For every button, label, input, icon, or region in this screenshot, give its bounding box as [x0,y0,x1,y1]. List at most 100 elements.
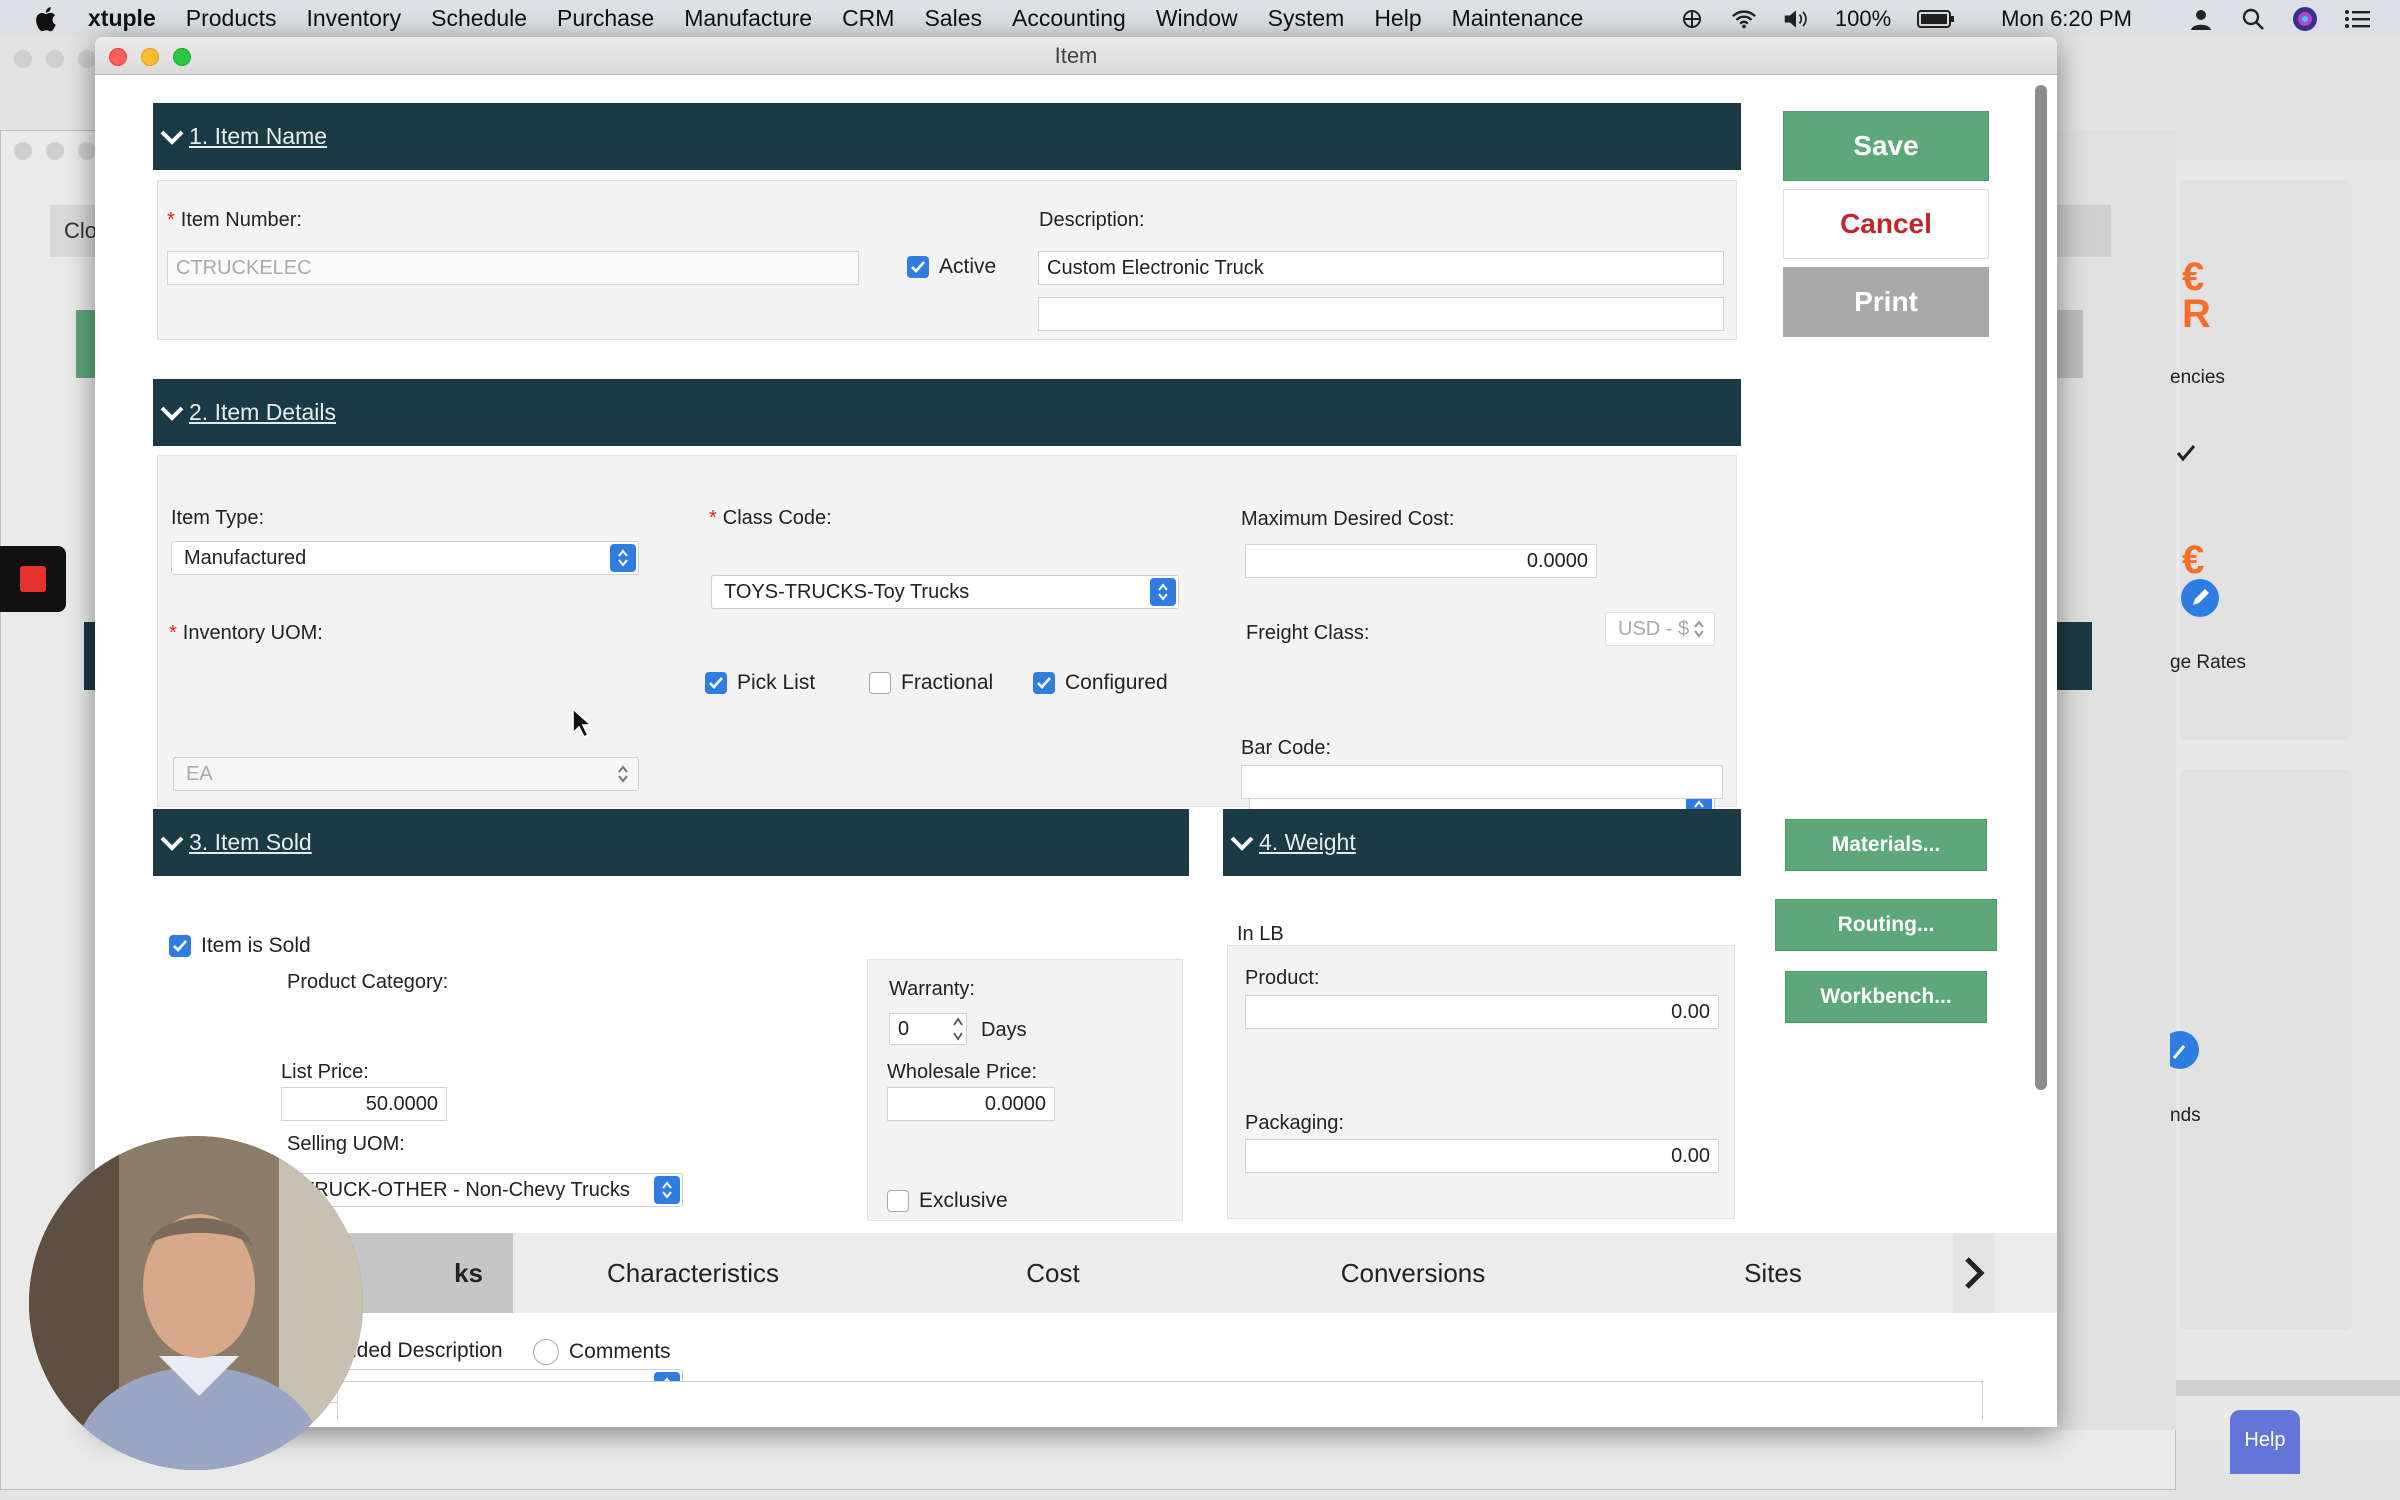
inventory-uom-select[interactable]: EA [173,757,639,791]
fractional-label: Fractional [901,671,994,694]
section-item-name-header[interactable]: 1. Item Name [153,103,1741,170]
battery-icon[interactable] [1917,6,1955,32]
chevron-down-icon[interactable] [159,400,185,426]
help-button[interactable]: Help [2230,1410,2300,1474]
background-window-traffic-lights [14,50,96,68]
routing-button[interactable]: Routing... [1775,899,1997,951]
euro-icon-2: € [2182,538,2205,582]
class-code-label: * Class Code: [709,507,832,529]
network-icon[interactable] [1679,6,1705,32]
item-number-field[interactable]: CTRUCKELEC [167,251,859,285]
comments-radio[interactable] [533,1339,559,1365]
bar-code-field[interactable] [1241,765,1723,799]
max-desired-cost-label: Maximum Desired Cost: [1241,508,1455,530]
menu-help[interactable]: Help [1374,5,1421,32]
description-field-1[interactable]: Custom Electronic Truck [1038,251,1724,285]
volume-icon[interactable] [1783,6,1809,32]
tab-characteristics[interactable]: Characteristics [513,1233,873,1313]
max-desired-cost-field[interactable]: 0.0000 [1245,544,1597,578]
item-type-select[interactable]: Manufactured [171,541,639,575]
menu-app-name[interactable]: xtuple [88,5,156,32]
extended-description-radio-row[interactable]: nded Description [345,1339,503,1363]
fractional-checkbox-row[interactable]: Fractional [869,671,993,695]
wifi-icon[interactable] [1731,6,1757,32]
tab-sites[interactable]: Sites [1593,1233,1953,1313]
extended-description-label: nded Description [345,1339,503,1362]
print-button[interactable]: Print [1783,267,1989,337]
configured-checkbox[interactable] [1033,672,1055,694]
packaging-weight-label: Packaging: [1245,1112,1344,1134]
workbench-button[interactable]: Workbench... [1785,971,1987,1023]
description-field-2[interactable] [1038,297,1724,331]
select-arrows-icon [610,760,636,788]
notification-center-icon[interactable] [2344,6,2370,32]
clock[interactable]: Mon 6:20 PM [2001,6,2132,32]
exclusive-checkbox[interactable] [887,1190,909,1212]
fractional-checkbox[interactable] [869,672,891,694]
menu-schedule[interactable]: Schedule [431,5,527,32]
save-button[interactable]: Save [1783,111,1989,181]
screen-recording-stop-icon[interactable] [0,546,66,612]
pick-list-label: Pick List [737,671,816,694]
packaging-weight-field[interactable]: 0.00 [1245,1139,1719,1173]
menu-maintenance[interactable]: Maintenance [1452,5,1584,32]
menu-manufacture[interactable]: Manufacture [684,5,812,32]
menu-products[interactable]: Products [186,5,277,32]
product-category-select[interactable]: TRUCK-OTHER - Non-Chevy Trucks [289,1173,683,1207]
configured-checkbox-row[interactable]: Configured [1033,671,1168,695]
notes-text-area[interactable] [337,1381,1983,1421]
comments-radio-row[interactable]: Comments [533,1339,671,1365]
vertical-scrollbar[interactable] [2035,85,2047,1090]
menu-window[interactable]: Window [1156,5,1238,32]
materials-button[interactable]: Materials... [1785,819,1987,871]
section-item-details-header[interactable]: 2. Item Details [153,379,1741,446]
cancel-button[interactable]: Cancel [1783,189,1989,259]
description-label: Description: [1039,209,1145,231]
menu-crm[interactable]: CRM [842,5,894,32]
select-arrows-icon [1150,578,1176,606]
background-window-middle-lights [14,142,96,160]
active-checkbox[interactable] [907,256,929,278]
background-right-grey-bar [2056,205,2111,257]
section-item-details-title: 2. Item Details [189,399,336,425]
active-label: Active [939,255,997,278]
wholesale-price-label: Wholesale Price: [887,1061,1038,1083]
siri-icon[interactable] [2292,6,2318,32]
select-arrows-icon [1686,615,1712,643]
pick-list-checkbox-row[interactable]: Pick List [705,671,815,695]
menu-purchase[interactable]: Purchase [557,5,654,32]
menu-system[interactable]: System [1268,5,1345,32]
class-code-select[interactable]: TOYS-TRUCKS-Toy Trucks [711,575,1179,609]
menu-accounting[interactable]: Accounting [1012,5,1126,32]
chevron-down-icon[interactable] [1229,830,1255,856]
chevron-right-icon [1965,1257,1985,1289]
tab-scroll-right-button[interactable] [1953,1233,1995,1313]
active-checkbox-row[interactable]: Active [907,255,996,279]
spotlight-search-icon[interactable] [2240,6,2266,32]
battery-percent: 100% [1834,5,1892,31]
wholesale-price-field[interactable]: 0.0000 [887,1087,1055,1121]
chevron-down-icon[interactable] [159,830,185,856]
exclusive-checkbox-row[interactable]: Exclusive [887,1189,1008,1213]
warranty-label: Warranty: [889,978,975,1000]
user-icon[interactable] [2188,6,2214,32]
section-weight-header[interactable]: 4. Weight [1223,809,1741,876]
warranty-unit: Days [981,1019,1027,1041]
section-item-name-title: 1. Item Name [189,123,328,149]
tab-conversions[interactable]: Conversions [1233,1233,1593,1313]
chevron-down-icon[interactable] [159,124,185,150]
pick-list-checkbox[interactable] [705,672,727,694]
inventory-uom-label: * Inventory UOM: [169,622,323,644]
tab-cost[interactable]: Cost [873,1233,1233,1313]
list-price-field[interactable]: 50.0000 [281,1087,447,1121]
section-item-details-panel [157,455,1737,807]
required-asterisk: * [167,209,175,231]
apple-icon[interactable] [30,4,60,34]
currency-select[interactable]: USD - $ [1605,612,1715,646]
product-weight-field[interactable]: 0.00 [1245,995,1719,1029]
warranty-stepper[interactable] [951,1015,965,1043]
menu-inventory[interactable]: Inventory [307,5,402,32]
menu-sales[interactable]: Sales [924,5,982,32]
section-item-sold-header[interactable]: 3. Item Sold [153,809,1189,876]
select-arrows-icon [654,1176,680,1204]
